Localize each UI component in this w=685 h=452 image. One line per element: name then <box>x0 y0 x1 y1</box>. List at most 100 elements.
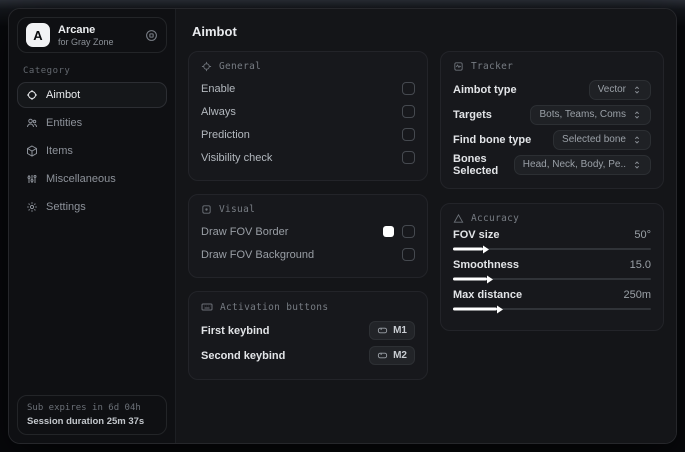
smoothness-slider[interactable] <box>453 277 651 281</box>
activation-card-header: Activation buttons <box>201 301 415 313</box>
select-value: Selected bone <box>562 134 626 145</box>
section-title: Accuracy <box>471 213 520 224</box>
slider-header: FOV size 50° <box>453 229 651 241</box>
left-column: General Enable Always Prediction Visibil… <box>188 51 428 380</box>
brand-text: Arcane for Gray Zone <box>58 24 114 47</box>
max-distance-row: Max distance 250m <box>453 289 651 311</box>
slider-fill <box>453 277 487 281</box>
row-label: FOV size <box>453 229 500 241</box>
sidebar-item-label: Miscellaneous <box>46 173 116 185</box>
fov-background-checkbox[interactable] <box>402 248 415 261</box>
prediction-checkbox[interactable] <box>402 128 415 141</box>
row-label: First keybind <box>201 324 270 337</box>
row-label: Prediction <box>201 128 250 141</box>
tracker-row-find-bone-type: Find bone type Selected bone <box>453 127 651 152</box>
fov-border-checkbox[interactable] <box>402 225 415 238</box>
row-label: Targets <box>453 108 492 121</box>
row-label: Aimbot type <box>453 83 517 96</box>
visibility-check-checkbox[interactable] <box>402 151 415 164</box>
keybind-value: M1 <box>393 325 407 336</box>
sidebar-item-settings[interactable]: Settings <box>17 194 167 220</box>
row-label: Smoothness <box>453 259 520 271</box>
arcane-logo: A <box>26 23 50 47</box>
general-card: General Enable Always Prediction Visibil… <box>188 51 428 181</box>
smoothness-row: Smoothness 15.0 <box>453 259 651 281</box>
slider-fill <box>453 307 497 311</box>
row-label: Find bone type <box>453 133 532 146</box>
sidebar-item-entities[interactable]: Entities <box>17 110 167 136</box>
tracker-card: Tracker Aimbot type Vector Targets Bots,… <box>440 51 664 189</box>
aimbot-type-select[interactable]: Vector <box>588 79 651 100</box>
sidebar-item-items[interactable]: Items <box>17 138 167 164</box>
section-title: General <box>219 61 262 72</box>
slider-header: Smoothness 15.0 <box>453 259 651 271</box>
fov-size-slider[interactable] <box>453 247 651 251</box>
smoothness-value: 15.0 <box>629 259 651 271</box>
general-row-always: Always <box>201 100 415 123</box>
general-row-visibility-check: Visibility check <box>201 146 415 169</box>
fov-border-color-swatch[interactable] <box>383 226 394 237</box>
row-label: Visibility check <box>201 151 273 164</box>
keyboard-icon <box>201 301 213 313</box>
session-duration-text: Session duration 25m 37s <box>27 416 145 427</box>
sidebar-item-label: Entities <box>46 117 83 129</box>
tracker-row-targets: Targets Bots, Teams, Coms <box>453 102 651 127</box>
find-bone-type-select[interactable]: Selected bone <box>553 129 651 150</box>
first-keybind-button[interactable]: M1 <box>369 321 415 340</box>
sidebar-item-label: Settings <box>46 201 86 213</box>
keybind-value: M2 <box>393 350 407 361</box>
visual-row-fov-background: Draw FOV Background <box>201 243 415 266</box>
row-label: Enable <box>201 82 236 95</box>
max-distance-slider[interactable] <box>453 307 651 311</box>
row-label: Always <box>201 105 236 118</box>
triangle-icon <box>453 213 464 224</box>
slider-fill <box>453 247 483 251</box>
enable-checkbox[interactable] <box>402 82 415 95</box>
fov-size-value: 50° <box>634 229 651 241</box>
tracker-row-aimbot-type: Aimbot type Vector <box>453 77 651 102</box>
brand-action-icon[interactable] <box>145 29 158 42</box>
columns: General Enable Always Prediction Visibil… <box>176 47 676 392</box>
select-value: Head, Neck, Body, Pe.. <box>522 159 626 170</box>
crosshair-icon <box>201 61 212 72</box>
sidebar-item-aimbot[interactable]: Aimbot <box>17 82 167 108</box>
row-label: Second keybind <box>201 349 286 362</box>
second-keybind-button[interactable]: M2 <box>369 346 415 365</box>
section-title: Visual <box>219 204 256 215</box>
right-column: Tracker Aimbot type Vector Targets Bots,… <box>440 51 664 380</box>
subscription-card: Sub expires in 6d 04h Session duration 2… <box>17 395 167 435</box>
sidebar-item-label: Items <box>46 145 73 157</box>
sidebar: A Arcane for Gray Zone Category Aimbot E… <box>9 9 176 443</box>
row-controls <box>383 225 415 238</box>
frame-dot-icon <box>201 204 212 215</box>
row-label: Bones Selected <box>453 152 499 177</box>
row-label: Draw FOV Background <box>201 248 315 261</box>
max-distance-value: 250m <box>623 289 651 301</box>
general-row-prediction: Prediction <box>201 123 415 146</box>
select-value: Vector <box>597 84 626 95</box>
fov-size-row: FOV size 50° <box>453 229 651 251</box>
always-checkbox[interactable] <box>402 105 415 118</box>
visual-row-fov-border: Draw FOV Border <box>201 220 415 243</box>
section-title: Activation buttons <box>220 301 329 313</box>
box-icon <box>26 145 38 157</box>
mouse-icon <box>377 325 388 336</box>
bones-selected-select[interactable]: Head, Neck, Body, Pe.. <box>513 154 651 175</box>
row-label: Draw FOV Border <box>201 225 289 238</box>
gear-icon <box>26 201 38 213</box>
category-label: Category <box>23 66 71 76</box>
users-icon <box>26 117 38 129</box>
activation-row-first-keybind: First keybind M1 <box>201 318 415 343</box>
page-title: Aimbot <box>192 24 237 39</box>
sidebar-item-miscellaneous[interactable]: Miscellaneous <box>17 166 167 192</box>
activation-buttons-card: Activation buttons First keybind M1 Seco… <box>188 291 428 380</box>
visual-card-header: Visual <box>201 204 415 215</box>
unfold-icon <box>632 85 642 95</box>
targets-select[interactable]: Bots, Teams, Coms <box>530 104 651 125</box>
general-card-header: General <box>201 61 415 72</box>
activation-row-second-keybind: Second keybind M2 <box>201 343 415 368</box>
main-content: Aimbot General Enable Always Prediction … <box>176 9 676 443</box>
menu-window: A Arcane for Gray Zone Category Aimbot E… <box>8 8 677 444</box>
sidebar-nav: Aimbot Entities Items Miscellaneous Sett… <box>17 81 167 221</box>
tracker-row-bones-selected: Bones Selected Head, Neck, Body, Pe.. <box>453 152 651 177</box>
